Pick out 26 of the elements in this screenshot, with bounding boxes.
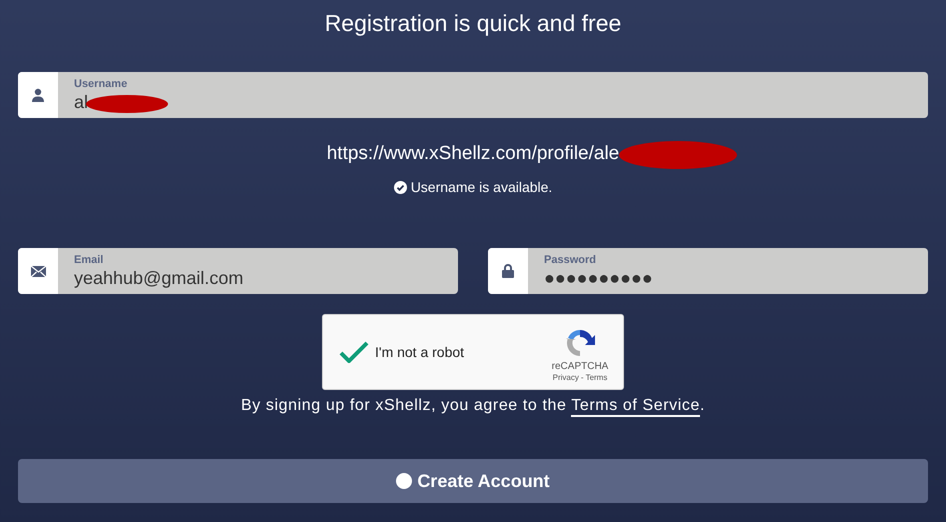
terms-of-service-link[interactable]: Terms of Service	[571, 397, 700, 417]
terms-link[interactable]: Terms	[586, 373, 608, 383]
email-field[interactable]: Email yeahhub@gmail.com	[18, 248, 458, 294]
field-value: al	[74, 91, 90, 113]
availability-message: Username is available.	[410, 178, 552, 197]
password-field[interactable]: Password ●●●●●●●●●●	[488, 248, 928, 294]
field-value: ●●●●●●●●●●	[544, 267, 653, 289]
captcha-label: I'm not a robot	[375, 342, 464, 362]
profile-url: https://www.xShellz.com/profile/ale	[326, 142, 620, 166]
check-mark-icon[interactable]	[339, 341, 369, 363]
field-label: Username	[74, 78, 128, 90]
agreement-text: By signing up for xShellz, you agree to the Terms of Service.	[240, 395, 706, 417]
username-field[interactable]: Username al	[18, 72, 928, 118]
separator-text: -	[580, 373, 584, 383]
field-label: Password	[544, 254, 597, 266]
field-label: Email	[74, 254, 104, 266]
circle-icon	[396, 473, 412, 489]
page-title: Registration is quick and free	[324, 9, 622, 38]
recaptcha-label: reCAPTCHA	[552, 361, 608, 373]
user-icon	[31, 88, 45, 102]
create-account-button[interactable]: Create Account	[18, 459, 928, 503]
recaptcha-logo-icon	[564, 327, 596, 359]
mail-icon	[30, 266, 46, 276]
field-value: yeahhub@gmail.com	[74, 267, 244, 289]
lock-icon	[502, 264, 514, 278]
privacy-link[interactable]: Privacy	[552, 373, 579, 383]
